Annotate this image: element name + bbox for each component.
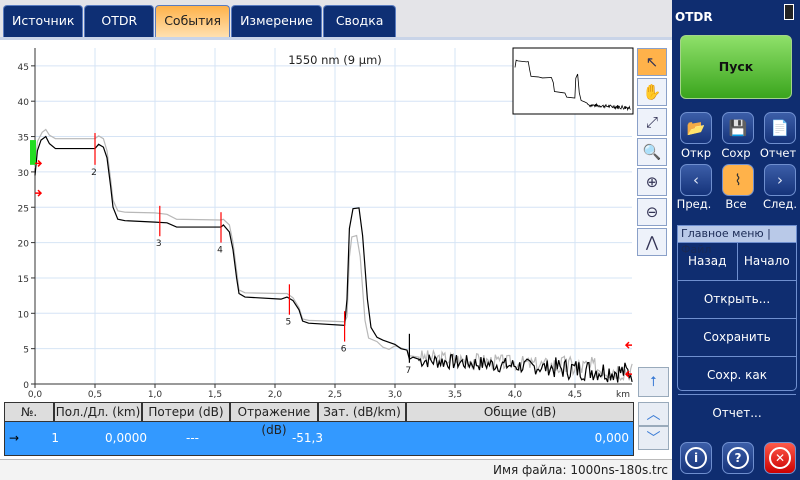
side-title: OTDR: [675, 10, 713, 24]
event-label: 2: [91, 168, 97, 178]
zoom-out-icon[interactable]: ⊖: [637, 198, 667, 226]
fit-event-icon[interactable]: ⋀: [637, 228, 667, 256]
tab-source[interactable]: Источник: [3, 5, 84, 37]
events-table: №. Пол./Дл. (km) Потери (dB) Отражение (…: [4, 402, 634, 456]
all-events-icon[interactable]: ⌇: [722, 164, 754, 196]
save-label: Сохр: [721, 146, 751, 160]
status-bar: Имя файла: 1000ns-180s.trc: [0, 459, 672, 480]
y-tick-label: 5: [23, 346, 29, 356]
menu-report[interactable]: Отчет...: [678, 394, 796, 432]
x-tick-label: 4,5: [568, 390, 582, 400]
cell-total: 0,000: [594, 431, 629, 445]
scroll-top-button[interactable]: ⭡: [638, 367, 669, 397]
y-tick-label: 40: [18, 98, 30, 108]
open-folder-icon[interactable]: 📂: [680, 112, 712, 144]
next-label: След.: [762, 197, 798, 211]
col-number: №.: [5, 403, 55, 421]
prev-label: Пред.: [676, 197, 712, 211]
info-icon: i: [685, 447, 707, 469]
tab-measurement[interactable]: Измерение: [231, 5, 322, 37]
y-tick-label: 30: [18, 169, 30, 179]
table-row[interactable]: → 1 0,0000 --- -51,3 0,000: [4, 422, 634, 456]
event-label: 7: [406, 366, 412, 376]
launch-level-marker: [30, 140, 36, 165]
y-tick-label: 35: [18, 134, 29, 144]
table-header: №. Пол./Дл. (km) Потери (dB) Отражение (…: [4, 402, 634, 437]
report-label: Отчет: [759, 146, 797, 160]
x-tick-label: 0,5: [88, 390, 102, 400]
menu-open[interactable]: Открыть...: [678, 280, 796, 318]
event-label: 4: [217, 246, 223, 256]
col-total: Общие (dB): [483, 405, 557, 419]
all-label: Все: [725, 197, 747, 211]
pointer-icon[interactable]: ↖: [637, 48, 667, 76]
file-menu: Главное меню | Файл Назад Начало Открыть…: [677, 225, 797, 420]
back-button[interactable]: Назад: [678, 242, 738, 280]
scroll-up-button[interactable]: ︿: [638, 402, 669, 426]
y-tick-label: 45: [18, 63, 29, 73]
zoom-in-icon[interactable]: ⊕: [637, 168, 667, 196]
battery-icon: [784, 4, 794, 20]
x-tick-label: 1,0: [148, 390, 163, 400]
menu-save[interactable]: Сохранить: [678, 318, 796, 356]
tab-summary[interactable]: Сводка: [322, 5, 397, 37]
side-panel: OTDR Пуск 📂 💾 📄 Откр Сохр Отчет ‹ ⌇ › Пр…: [672, 0, 800, 480]
main-panel: 0 5 10 15 20 25 30 35 40 45 0,0 0,5 1,0 1,5 2,0 2,5 3,0 3…: [0, 37, 672, 459]
help-icon: ?: [727, 447, 749, 469]
open-label: Откр: [681, 146, 711, 160]
cell-number: 1: [51, 431, 59, 445]
col-loss: Потери (dB): [143, 403, 231, 421]
y-tick-label: 10: [18, 310, 30, 320]
close-button[interactable]: ✕: [764, 442, 796, 474]
cell-attenuation: [327, 422, 415, 455]
event-label: 5: [286, 318, 292, 328]
launch-event-icon: →: [9, 431, 20, 445]
tab-otdr[interactable]: OTDR: [84, 5, 155, 37]
y-tick-label: 25: [18, 204, 29, 214]
menu-save-as[interactable]: Сохр. как: [678, 356, 796, 394]
save-disk-icon[interactable]: 💾: [722, 112, 754, 144]
y-tick-label: 15: [18, 275, 29, 285]
next-event-icon[interactable]: ›: [764, 164, 796, 196]
close-icon: ✕: [769, 447, 791, 469]
event-label: 3: [156, 239, 162, 249]
hand-icon[interactable]: ✋: [637, 78, 667, 106]
event-label: 6: [341, 345, 347, 355]
overview-inset: [512, 47, 634, 115]
prev-event-icon[interactable]: ‹: [680, 164, 712, 196]
zoom-fit-icon[interactable]: ⤢: [637, 108, 667, 136]
tab-bar: Источник OTDR События Измерение Сводка: [3, 5, 397, 37]
report-icon[interactable]: 📄: [764, 112, 796, 144]
zoom-1to1-icon[interactable]: 🔍: [637, 138, 667, 166]
y-tick-label: 20: [18, 240, 30, 250]
col-attenuation: Зат. (dB/km): [319, 403, 407, 421]
col-reflectance: Отражение (dB): [231, 403, 319, 437]
info-button[interactable]: i: [680, 442, 712, 474]
x-tick-label: 3,5: [448, 390, 462, 400]
x-axis-unit: km: [616, 390, 630, 400]
x-tick-label: 0,0: [28, 390, 43, 400]
x-tick-label: 2,5: [328, 390, 342, 400]
x-tick-label: 4,0: [508, 390, 523, 400]
tab-events[interactable]: События: [155, 5, 231, 37]
cell-position: 0,0000: [105, 431, 147, 445]
x-tick-label: 2,0: [268, 390, 283, 400]
menu-breadcrumb: Главное меню | Файл: [678, 226, 796, 256]
x-tick-label: 1,5: [208, 390, 222, 400]
cell-reflectance: -51,3: [291, 431, 323, 445]
help-button[interactable]: ?: [722, 442, 754, 474]
x-tick-label: 3,0: [388, 390, 403, 400]
scroll-down-button[interactable]: ﹀: [638, 426, 669, 450]
start-button[interactable]: Пуск: [680, 35, 792, 99]
otdr-trace-chart[interactable]: 0510152025303540450,0 0,5 1,0 1,5 2,0 2,5 3,0 3…: [0, 40, 636, 400]
col-position: Пол./Дл. (km): [55, 403, 143, 421]
chart-title: 1550 nm (9 µm): [288, 53, 382, 67]
graph-toolbar: ↖ ✋ ⤢ 🔍 ⊕ ⊖ ⋀: [637, 48, 668, 258]
cell-loss: ---: [186, 431, 199, 445]
home-button[interactable]: Начало: [737, 242, 796, 280]
